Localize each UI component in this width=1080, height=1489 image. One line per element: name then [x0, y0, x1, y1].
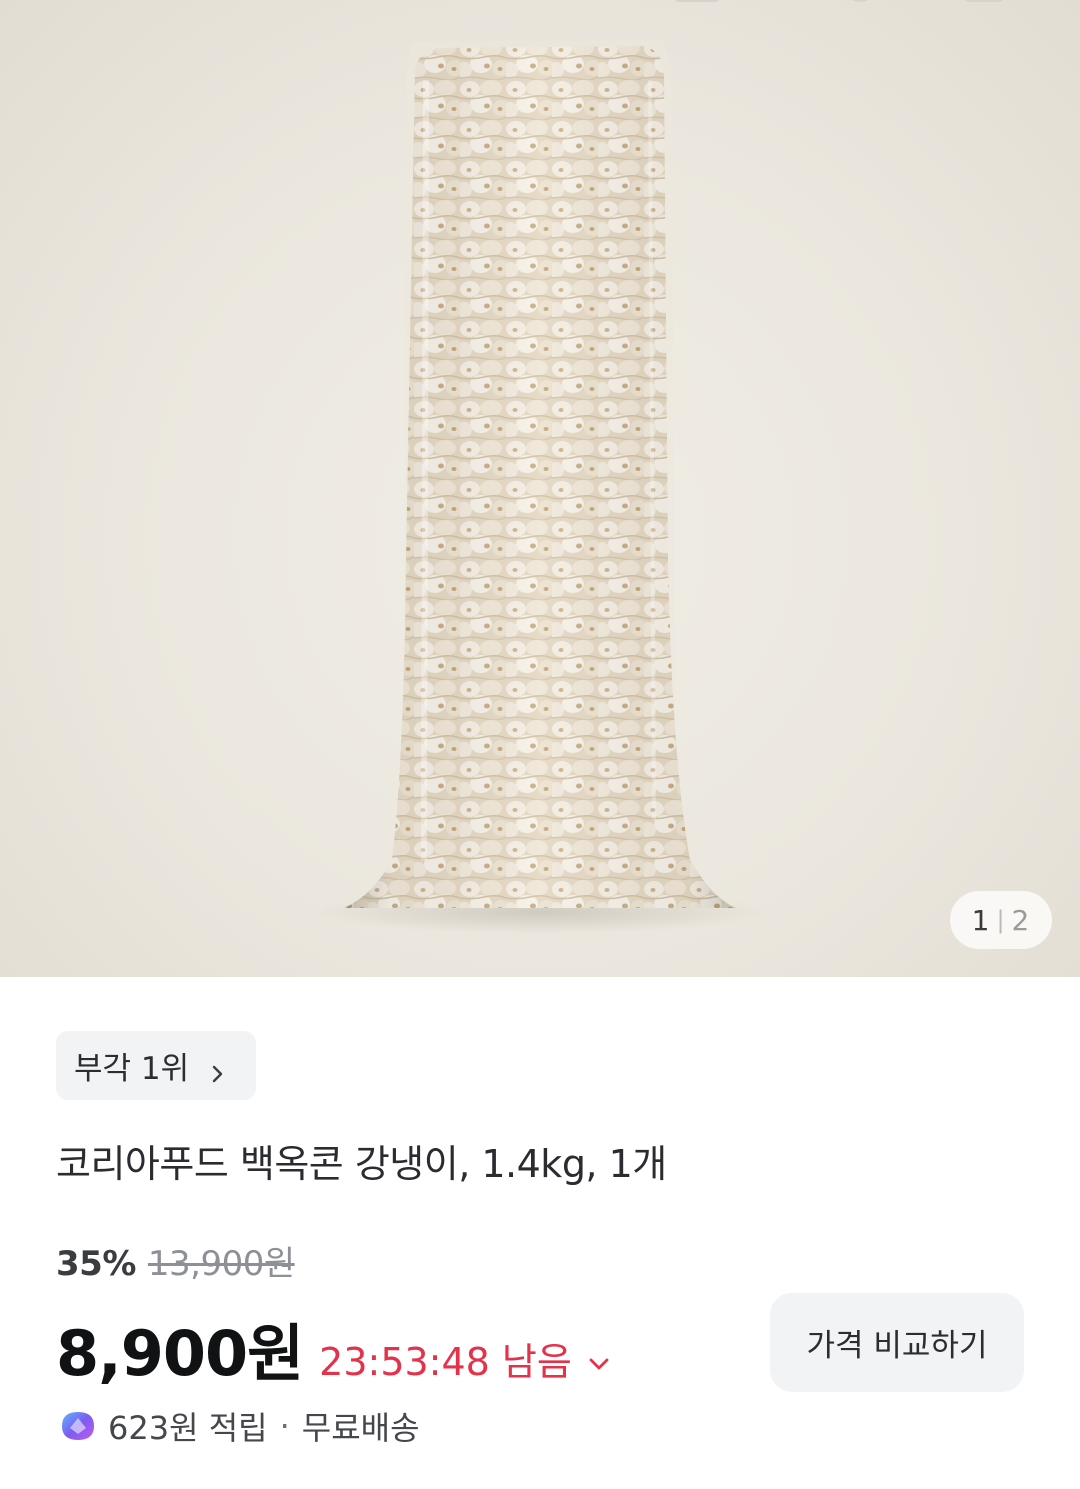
product-title: 코리아푸드 백옥콘 강냉이, 1.4kg, 1개	[56, 1142, 667, 1186]
image-counter-current: 1	[971, 903, 991, 937]
reward-points: 623원 적립	[108, 1409, 268, 1447]
chevron-down-icon	[586, 1342, 612, 1369]
product-image	[0, 0, 1080, 977]
deal-timer-text: 23:53:48 남음	[319, 1340, 572, 1384]
chevron-right-icon	[207, 1056, 227, 1082]
rank-badge-label: 부각 1위	[74, 1051, 190, 1087]
price-compare-button[interactable]: 가격 비교하기	[770, 1293, 1024, 1392]
discount-row: 35% 13,900원	[56, 1236, 295, 1285]
benefit-separator: ·	[279, 1407, 290, 1445]
price-row: 8,900원 23:53:48 남음	[56, 1303, 612, 1393]
product-image-gallery[interactable]: 1 | 2	[0, 0, 1080, 977]
product-detail-page: 1 | 2 부각 1위 코리아푸드 백옥콘 강냉이, 1.4kg, 1개 35%…	[0, 0, 1080, 1489]
popcorn-bag-illustration	[310, 40, 770, 934]
shipping-info: 무료배송	[301, 1409, 420, 1447]
deal-timer[interactable]: 23:53:48 남음	[319, 1331, 612, 1386]
reward-coin-icon	[58, 1406, 98, 1446]
image-counter-separator: |	[996, 906, 1006, 934]
category-rank-badge[interactable]: 부각 1위	[56, 1031, 256, 1100]
image-counter: 1 | 2	[950, 891, 1052, 949]
benefit-row: 623원 적립 · 무료배송	[58, 1403, 420, 1449]
discount-rate: 35%	[56, 1244, 136, 1284]
sale-price: 8,900원	[56, 1317, 304, 1390]
original-price: 13,900원	[147, 1244, 295, 1284]
image-counter-total: 2	[1011, 903, 1031, 937]
